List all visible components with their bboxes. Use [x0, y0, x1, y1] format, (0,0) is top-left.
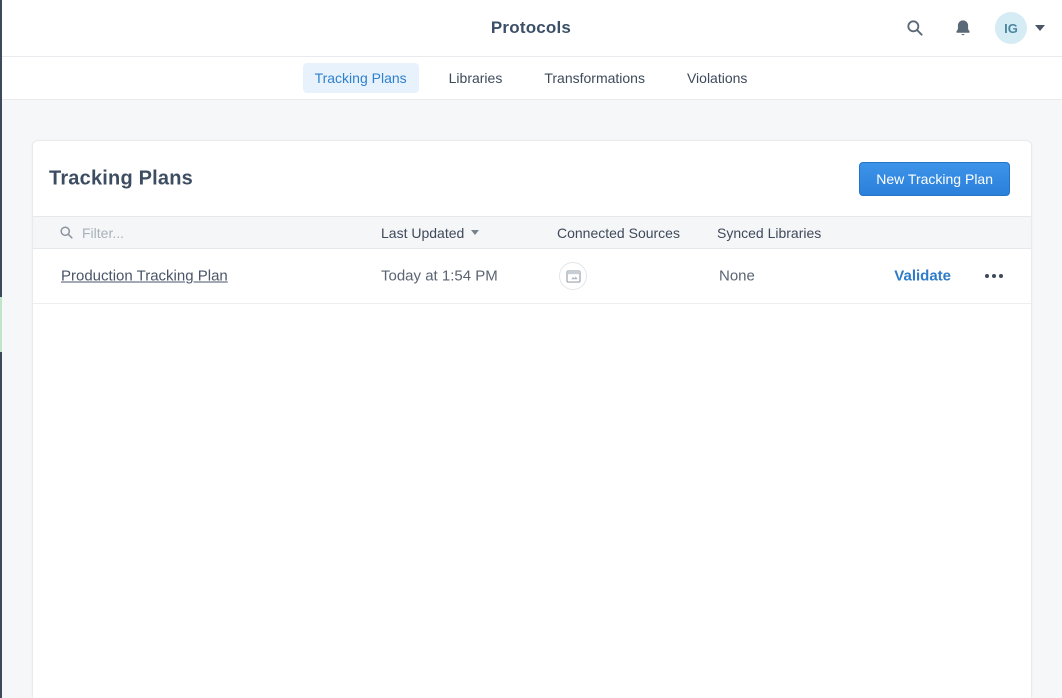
tracking-plans-panel: Tracking Plans New Tracking Plan Last Up… — [32, 140, 1032, 698]
tracking-plan-link[interactable]: Production Tracking Plan — [61, 268, 228, 285]
sort-caret-icon — [471, 230, 479, 235]
avatar[interactable]: IG — [995, 12, 1027, 44]
column-label: Last Updated — [381, 225, 464, 241]
filter-field[interactable] — [59, 225, 282, 241]
last-updated-value: Today at 1:54 PM — [381, 268, 498, 285]
panel-header: Tracking Plans New Tracking Plan — [33, 141, 1031, 216]
tab-libraries[interactable]: Libraries — [437, 63, 515, 93]
table-row: Production Tracking Plan Today at 1:54 P… — [33, 249, 1031, 304]
connected-source-badge[interactable] — [559, 262, 587, 290]
sidebar-active-indicator — [0, 297, 2, 352]
filter-search-icon — [59, 225, 74, 240]
tab-violations[interactable]: Violations — [675, 63, 759, 93]
tab-transformations[interactable]: Transformations — [532, 63, 657, 93]
page-title: Protocols — [0, 0, 1062, 56]
search-icon[interactable] — [905, 18, 925, 38]
bell-icon[interactable] — [953, 18, 973, 38]
chevron-down-icon[interactable] — [1035, 25, 1045, 31]
tab-bar: Tracking Plans Libraries Transformations… — [0, 57, 1062, 100]
ellipsis-icon[interactable] — [985, 269, 1003, 283]
top-bar: Protocols IG — [0, 0, 1062, 57]
column-header-connected-sources: Connected Sources — [557, 225, 680, 241]
new-tracking-plan-button[interactable]: New Tracking Plan — [859, 162, 1010, 196]
tab-tracking-plans[interactable]: Tracking Plans — [303, 63, 419, 93]
filter-input[interactable] — [82, 225, 282, 241]
column-header-synced-libraries: Synced Libraries — [717, 225, 821, 241]
validate-button[interactable]: Validate — [894, 268, 951, 285]
synced-libraries-value: None — [719, 268, 755, 285]
table-header: Last Updated Connected Sources Synced Li… — [33, 216, 1031, 249]
column-header-last-updated[interactable]: Last Updated — [381, 225, 479, 241]
panel-title: Tracking Plans — [49, 167, 193, 190]
source-window-icon — [559, 262, 587, 290]
